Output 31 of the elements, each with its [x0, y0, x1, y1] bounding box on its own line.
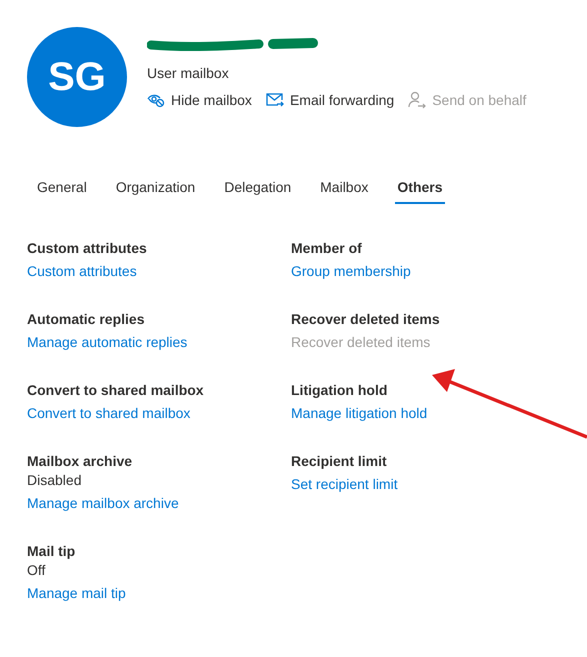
section-title: Recover deleted items: [291, 310, 440, 329]
section-title: Automatic replies: [27, 310, 144, 329]
section-title: Custom attributes: [27, 239, 147, 258]
action-button[interactable]: Email forwarding: [266, 91, 394, 109]
hide-icon: [147, 92, 165, 108]
section-title: Member of: [291, 239, 362, 258]
action-button[interactable]: Hide mailbox: [147, 91, 252, 109]
mailbox-type: User mailbox: [147, 64, 230, 83]
link[interactable]: Manage litigation hold: [291, 404, 428, 423]
section-title: Mail tip: [27, 542, 76, 561]
link[interactable]: Convert to shared mailbox: [27, 404, 190, 423]
tab[interactable]: Delegation: [214, 167, 302, 204]
status-text: Disabled: [27, 471, 82, 490]
section-title: Convert to shared mailbox: [27, 381, 204, 400]
status-text: Off: [27, 561, 46, 580]
avatar: SG: [27, 27, 127, 127]
section-title: Mailbox archive: [27, 452, 132, 471]
tab[interactable]: Others: [387, 167, 453, 204]
mail-forward-icon: [266, 93, 284, 107]
section-title: Recipient limit: [291, 452, 387, 471]
tab[interactable]: General: [27, 167, 97, 204]
link[interactable]: Manage mailbox archive: [27, 494, 179, 513]
section-title: Litigation hold: [291, 381, 388, 400]
link[interactable]: Set recipient limit: [291, 475, 398, 494]
tab[interactable]: Organization: [106, 167, 206, 204]
link[interactable]: Manage automatic replies: [27, 333, 188, 352]
link[interactable]: Manage mail tip: [27, 584, 126, 603]
link[interactable]: Custom attributes: [27, 262, 137, 281]
person-arrow-icon: [408, 91, 426, 109]
tab[interactable]: Mailbox: [310, 167, 378, 204]
link[interactable]: Group membership: [291, 262, 411, 281]
